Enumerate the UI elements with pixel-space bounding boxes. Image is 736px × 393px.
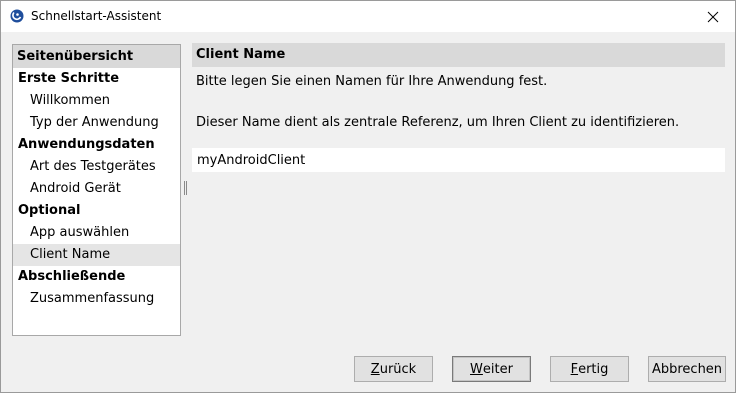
next-label: eiter [482,361,513,377]
pane-splitter-handle[interactable] [184,181,187,195]
nav-item-typ-der-anwendung[interactable]: Typ der Anwendung [13,112,180,134]
client-name-input[interactable] [192,148,725,172]
nav-group-optional[interactable]: Optional [13,200,180,222]
nav-item-zusammenfassung[interactable]: Zusammenfassung [13,288,180,310]
back-label: urück [379,361,417,377]
title-bar: Schnellstart-Assistent [1,1,735,32]
window-title: Schnellstart-Assistent [31,9,162,23]
nav-item-client-name[interactable]: Client Name [13,244,180,266]
nav-item-willkommen[interactable]: Willkommen [13,90,180,112]
description-text: Dieser Name dient als zentrale Referenz,… [196,115,680,130]
nav-group-abschliessende[interactable]: Abschließende [13,266,180,288]
sidebar-header: Seitenübersicht [13,45,180,68]
cancel-button[interactable]: Abbrechen [648,356,726,382]
next-button[interactable]: Weiter [452,356,531,382]
close-button[interactable] [691,1,735,32]
finish-label: ertig [578,361,609,377]
nav-item-app-auswaehlen[interactable]: App auswählen [13,222,180,244]
nav-group-anwendungsdaten[interactable]: Anwendungsdaten [13,134,180,156]
nav-item-art-des-testgeraetes[interactable]: Art des Testgerätes [13,156,180,178]
back-button[interactable]: Zurück [354,356,433,382]
intro-text: Bitte legen Sie einen Namen für Ihre Anw… [196,74,548,89]
close-icon [707,11,719,22]
finish-mnemonic: F [570,361,579,377]
nav-group-erste-schritte[interactable]: Erste Schritte [13,68,180,90]
next-mnemonic: W [470,361,483,377]
back-mnemonic: Z [370,361,380,377]
app-logo-icon [10,9,24,23]
page-overview-sidebar: Seitenübersicht Erste Schritte Willkomme… [12,44,181,336]
finish-button[interactable]: Fertig [550,356,629,382]
page-list: Erste Schritte Willkommen Typ der Anwend… [13,68,180,310]
page-title: Client Name [192,43,725,67]
nav-item-android-geraet[interactable]: Android Gerät [13,178,180,200]
wizard-window: Schnellstart-Assistent Seitenübersicht E… [0,0,736,393]
